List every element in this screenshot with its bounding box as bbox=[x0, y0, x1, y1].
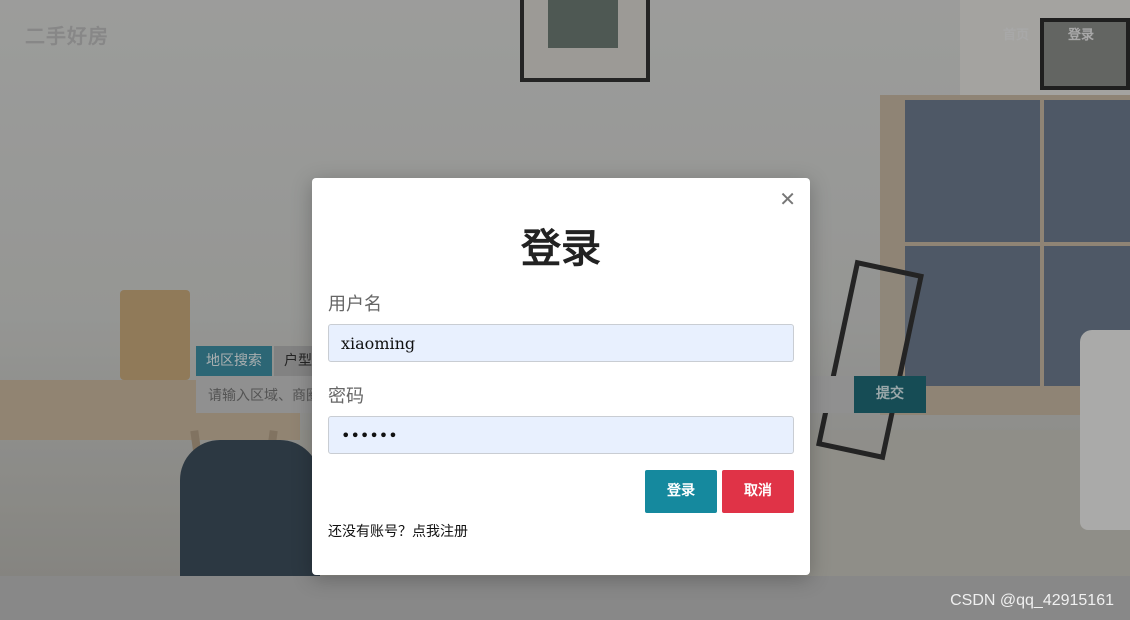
username-label: 用户名 bbox=[328, 294, 382, 315]
password-label: 密码 bbox=[328, 386, 364, 407]
modal-title: 登录 bbox=[521, 226, 601, 272]
watermark: CSDN @qq_42915161 bbox=[950, 592, 1114, 609]
cancel-button[interactable]: 取消 bbox=[722, 470, 794, 513]
register-link[interactable]: 还没有账号？点我注册 bbox=[328, 521, 468, 541]
username-field[interactable] bbox=[328, 324, 794, 362]
password-field[interactable] bbox=[328, 416, 794, 454]
close-icon[interactable]: ✕ bbox=[779, 188, 796, 210]
login-modal: ✕ 登录 用户名 密码 登录 取消 还没有账号？点我注册 bbox=[312, 178, 810, 575]
login-button[interactable]: 登录 bbox=[645, 470, 717, 513]
